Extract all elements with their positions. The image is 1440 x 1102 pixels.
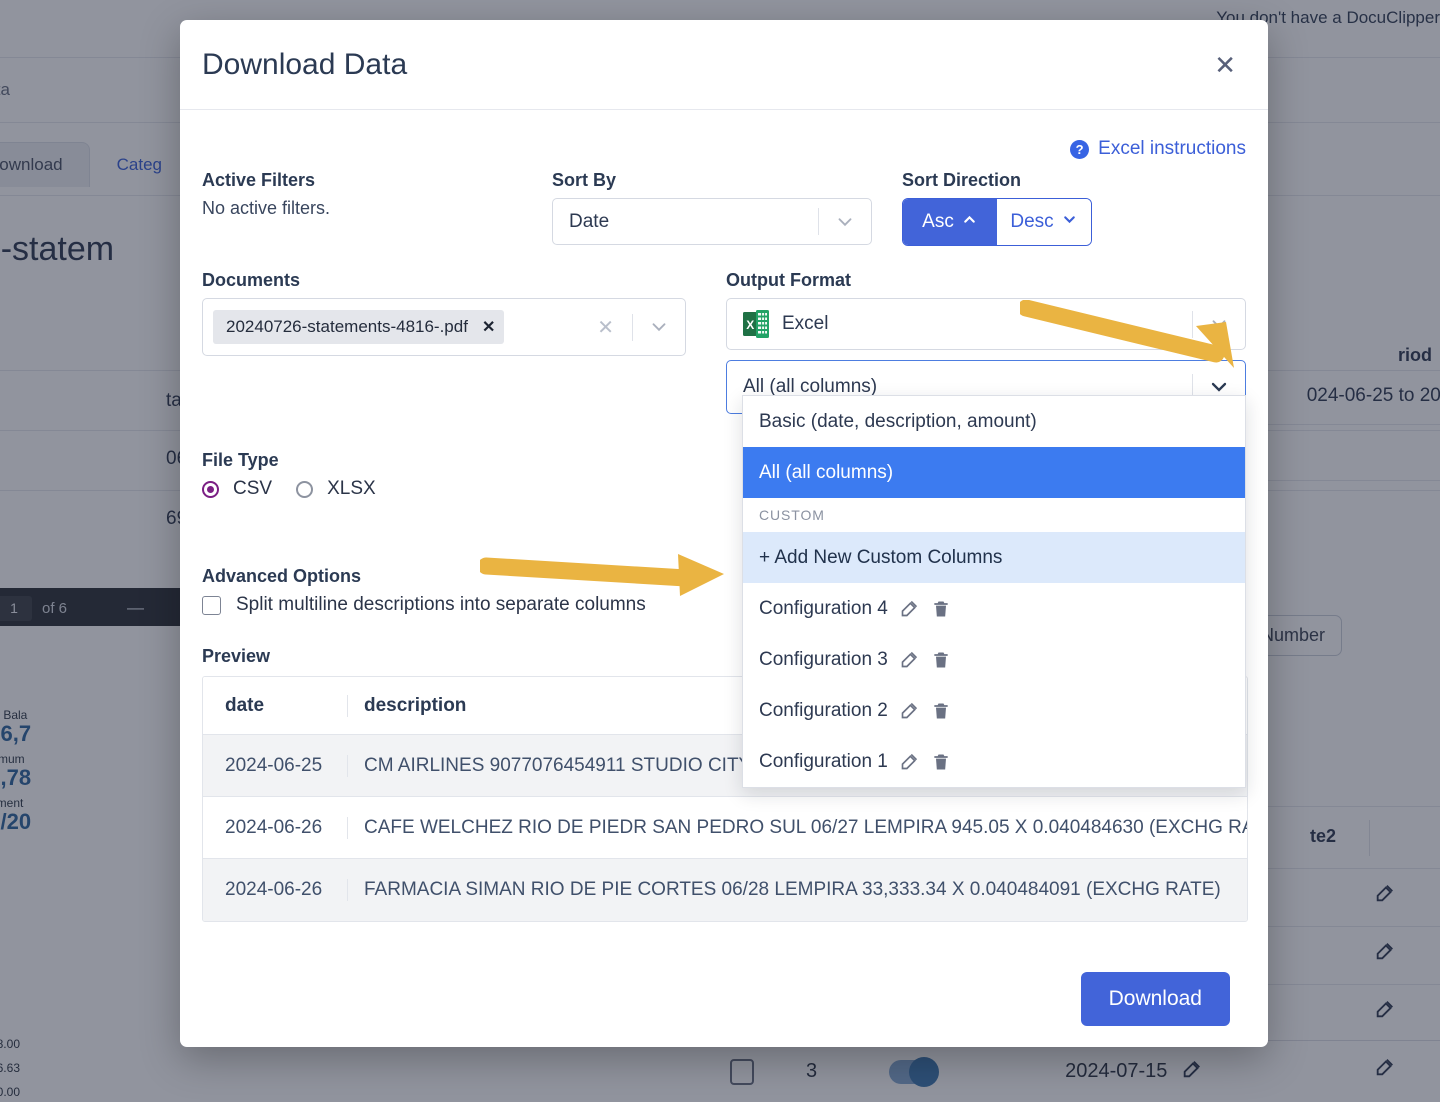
delete-icon[interactable]: [931, 701, 951, 721]
download-data-modal: Download Data ✕ ? Excel instructions Act…: [180, 20, 1268, 1047]
close-icon[interactable]: ✕: [1206, 46, 1244, 84]
chevron-down-icon[interactable]: [1193, 313, 1245, 335]
output-format-select[interactable]: X Excel: [726, 298, 1246, 350]
split-multiline-checkbox[interactable]: [202, 596, 221, 615]
document-chip-label: 20240726-statements-4816-.pdf: [226, 317, 468, 337]
configuration-label: Configuration 3: [759, 649, 888, 671]
sort-desc-button[interactable]: Desc: [997, 199, 1091, 245]
dropdown-option-configuration-3[interactable]: Configuration 3: [743, 634, 1245, 685]
configuration-label: Configuration 4: [759, 598, 888, 620]
active-filters-value: No active filters.: [202, 198, 552, 219]
sort-by-label: Sort By: [552, 170, 872, 191]
help-icon[interactable]: ?: [1070, 140, 1089, 159]
delete-icon[interactable]: [931, 599, 951, 619]
radio-csv[interactable]: [202, 481, 219, 498]
edit-icon[interactable]: [899, 751, 920, 772]
sort-by-group: Sort By Date: [552, 170, 902, 246]
advanced-options-label: Advanced Options: [202, 566, 762, 587]
sort-by-value: Date: [569, 211, 609, 233]
file-type-label: File Type: [202, 450, 722, 471]
clear-documents-icon[interactable]: ✕: [597, 315, 614, 340]
dropdown-option-configuration-2[interactable]: Configuration 2: [743, 685, 1245, 736]
dropdown-option-all[interactable]: All (all columns): [743, 447, 1245, 498]
excel-icon: X: [743, 310, 769, 338]
documents-output-row: Documents 20240726-statements-4816-.pdf …: [202, 270, 1246, 414]
sort-by-select[interactable]: Date: [552, 198, 872, 245]
download-button[interactable]: Download: [1081, 972, 1230, 1026]
modal-footer: Download: [180, 951, 1268, 1047]
split-multiline-label: Split multiline descriptions into separa…: [236, 594, 646, 616]
configuration-label: Configuration 2: [759, 700, 888, 722]
delete-icon[interactable]: [931, 752, 951, 772]
cell-description: FARMACIA SIMAN RIO DE PIE CORTES 06/28 L…: [347, 879, 1247, 901]
radio-xlsx[interactable]: [296, 481, 313, 498]
table-row: 2024-06-26 CAFE WELCHEZ RIO DE PIEDR SAN…: [203, 797, 1247, 859]
split-multiline-row[interactable]: Split multiline descriptions into separa…: [202, 594, 762, 616]
edit-icon[interactable]: [899, 700, 920, 721]
chevron-down-icon: [1061, 211, 1078, 234]
file-type-group: File Type CSV XLSX: [202, 450, 722, 500]
sort-asc-button[interactable]: Asc: [903, 199, 997, 245]
dropdown-option-basic[interactable]: Basic (date, description, amount): [743, 396, 1245, 447]
dropdown-group-custom: CUSTOM: [743, 498, 1245, 532]
advanced-options-group: Advanced Options Split multiline descrip…: [202, 566, 762, 616]
cell-date: 2024-06-25: [203, 755, 347, 777]
excel-instructions-row: ? Excel instructions: [202, 134, 1246, 164]
sort-direction-label: Sort Direction: [902, 170, 1246, 191]
file-type-radios: CSV XLSX: [202, 478, 722, 500]
svg-text:X: X: [746, 318, 754, 332]
output-format-value: Excel: [782, 313, 828, 335]
modal-header: Download Data ✕: [180, 20, 1268, 110]
excel-instructions-link[interactable]: Excel instructions: [1098, 138, 1246, 160]
active-filters-group: Active Filters No active filters.: [202, 170, 552, 246]
sort-asc-label: Asc: [922, 211, 954, 233]
sort-direction-group: Sort Direction Asc Desc: [902, 170, 1246, 246]
radio-csv-label: CSV: [233, 478, 272, 500]
delete-icon[interactable]: [931, 650, 951, 670]
sort-desc-label: Desc: [1010, 211, 1053, 233]
chevron-up-icon: [961, 211, 978, 234]
document-chip: 20240726-statements-4816-.pdf ✕: [213, 310, 504, 344]
output-format-label: Output Format: [726, 270, 1246, 291]
documents-label: Documents: [202, 270, 686, 291]
cell-date: 2024-06-26: [203, 817, 347, 839]
remove-document-icon[interactable]: ✕: [482, 317, 495, 337]
cell-description: CAFE WELCHEZ RIO DE PIEDR SAN PEDRO SUL …: [347, 817, 1247, 839]
add-new-custom-columns-option[interactable]: + Add New Custom Columns: [743, 532, 1245, 583]
edit-icon[interactable]: [899, 649, 920, 670]
column-header-date: date: [203, 695, 347, 717]
columns-dropdown-menu: Basic (date, description, amount) All (a…: [742, 395, 1246, 788]
documents-group: Documents 20240726-statements-4816-.pdf …: [202, 270, 726, 414]
filters-row: Active Filters No active filters. Sort B…: [202, 170, 1246, 246]
cell-date: 2024-06-26: [203, 879, 347, 901]
modal-title: Download Data: [202, 48, 407, 82]
active-filters-label: Active Filters: [202, 170, 552, 191]
table-row: 2024-06-26 FARMACIA SIMAN RIO DE PIE COR…: [203, 859, 1247, 921]
chevron-down-icon[interactable]: [633, 316, 685, 338]
dropdown-option-configuration-4[interactable]: Configuration 4: [743, 583, 1245, 634]
output-format-group: Output Format X: [726, 270, 1246, 414]
documents-multiselect[interactable]: 20240726-statements-4816-.pdf ✕ ✕: [202, 298, 686, 356]
configuration-label: Configuration 1: [759, 751, 888, 773]
chevron-down-icon[interactable]: [819, 211, 871, 233]
radio-xlsx-label: XLSX: [327, 478, 376, 500]
sort-direction-toggle: Asc Desc: [902, 198, 1092, 246]
edit-icon[interactable]: [899, 598, 920, 619]
dropdown-option-configuration-1[interactable]: Configuration 1: [743, 736, 1245, 787]
